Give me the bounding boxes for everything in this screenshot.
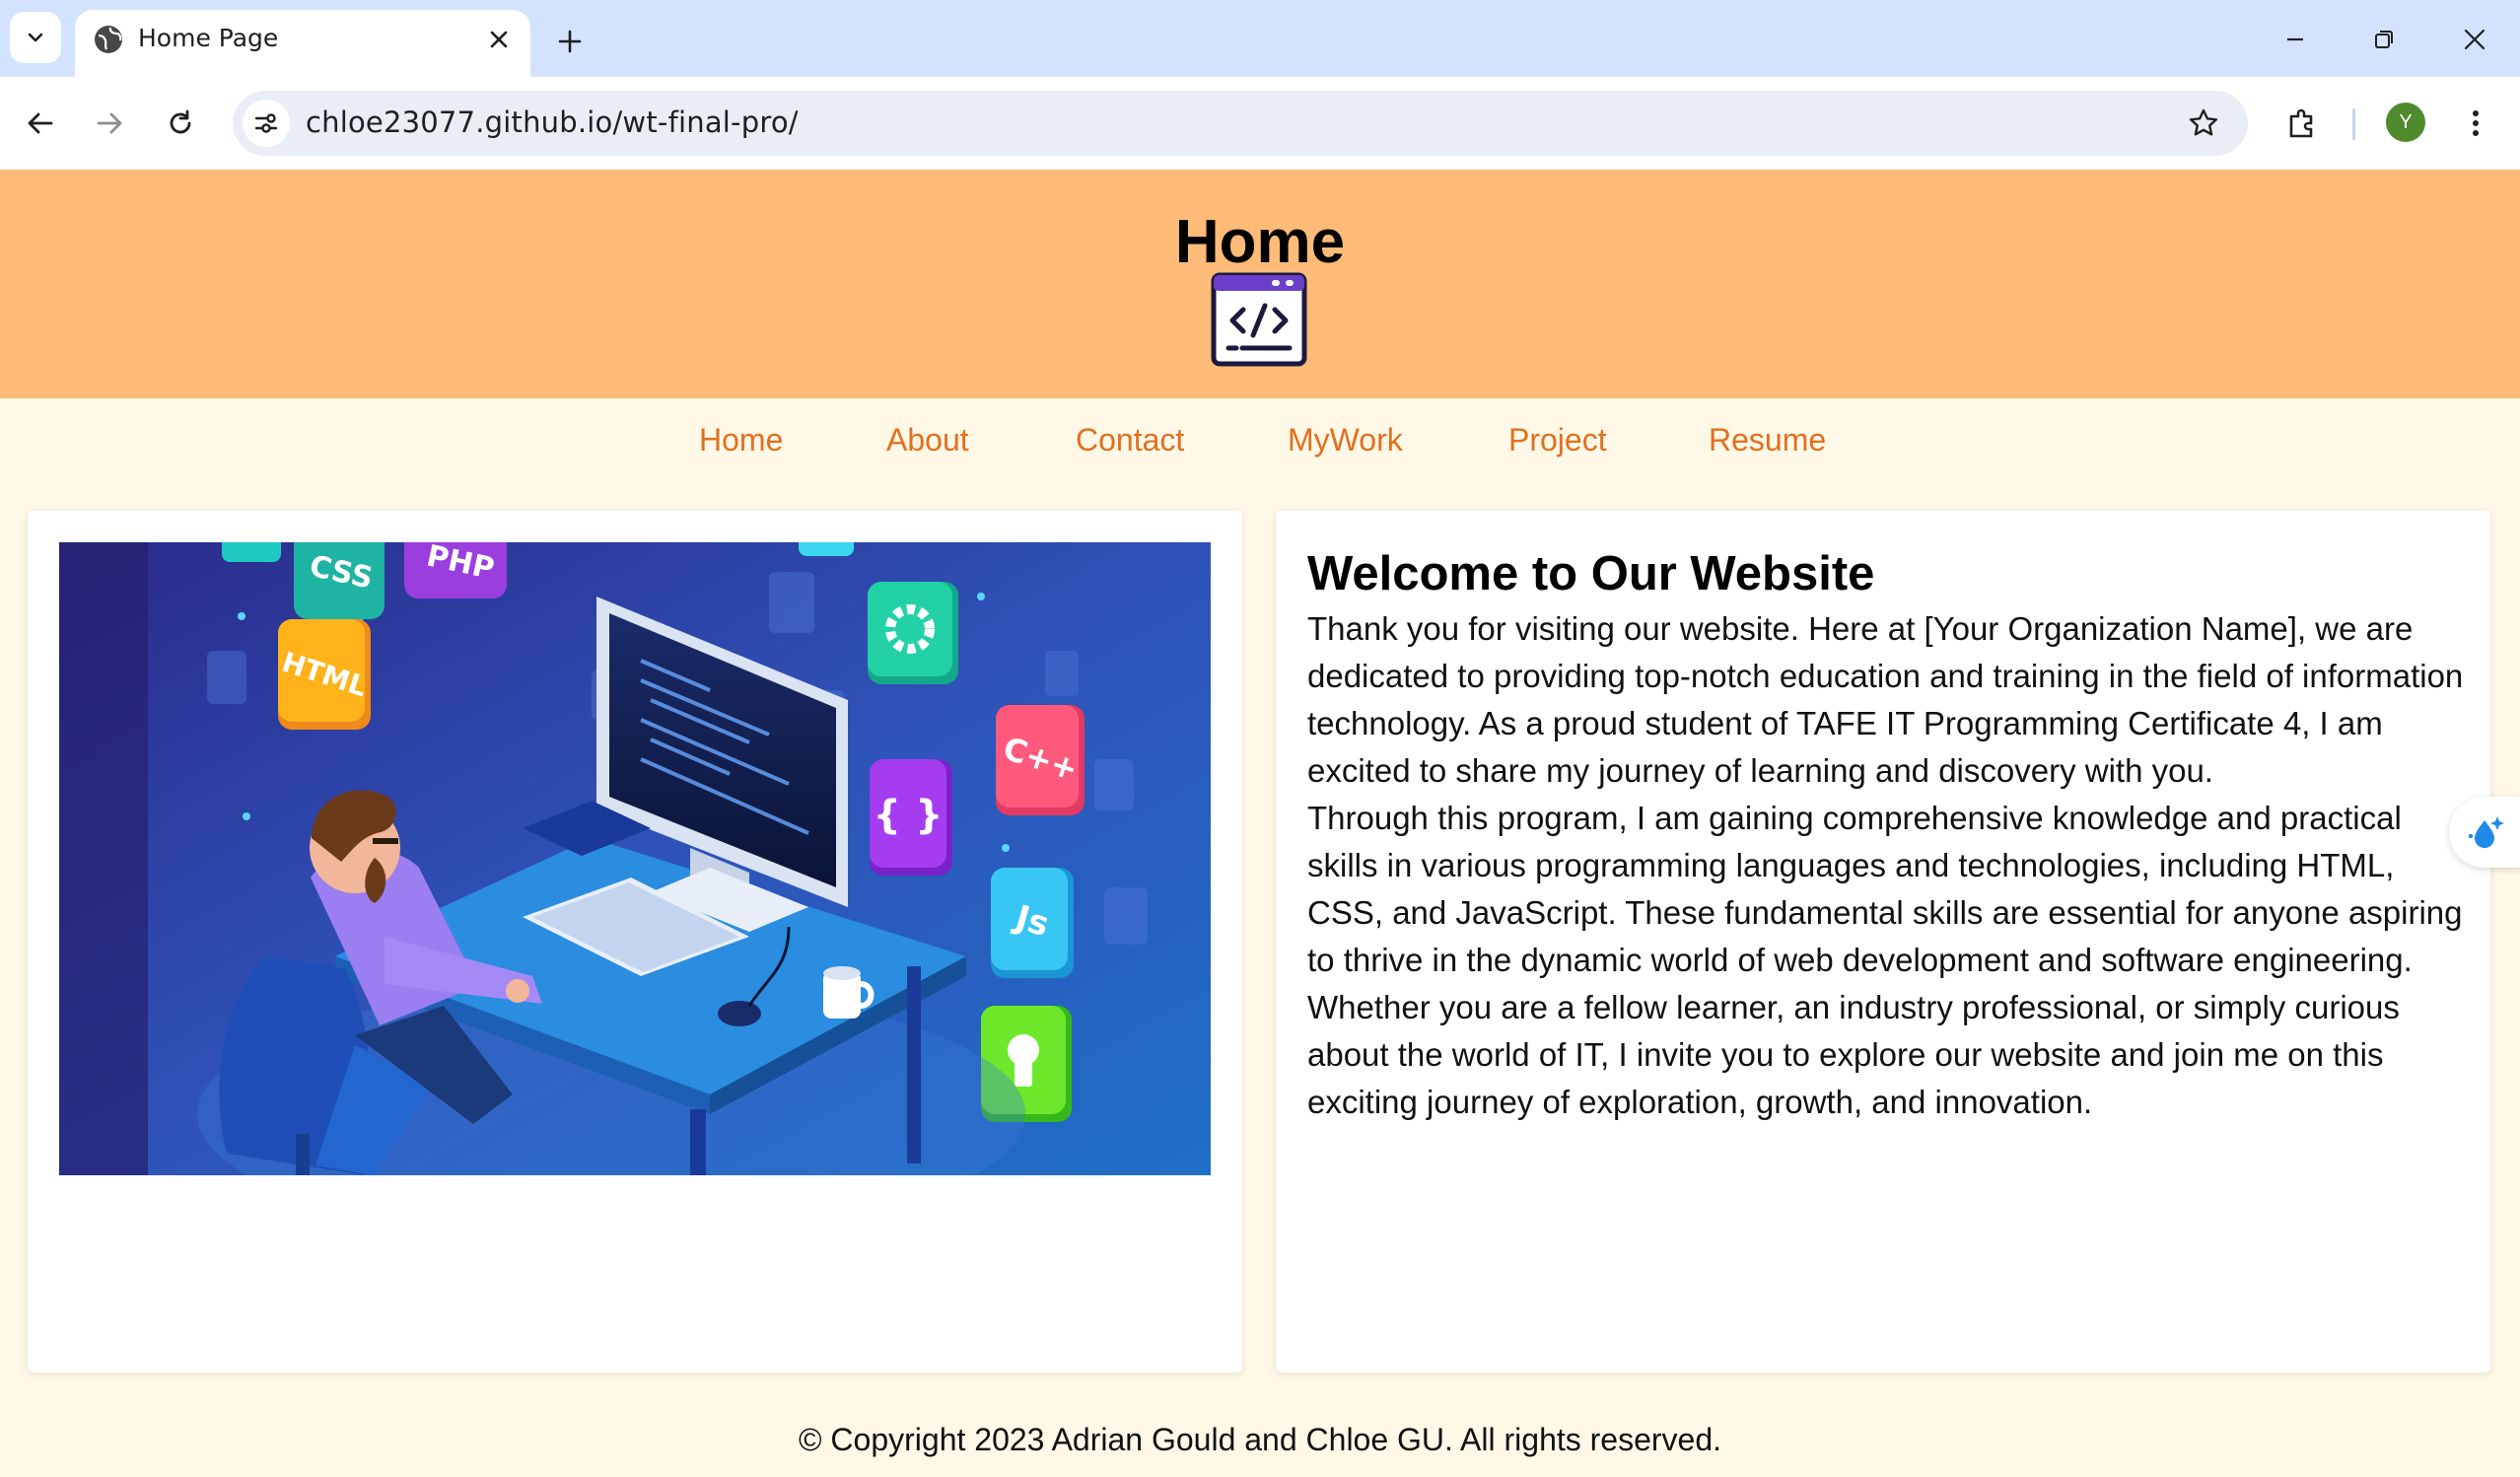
welcome-paragraph: Through this program, I am gaining compr… bbox=[1307, 800, 2463, 978]
reload-icon bbox=[170, 109, 191, 134]
kebab-menu-icon bbox=[2473, 110, 2479, 136]
html-badge-icon: HTML bbox=[278, 619, 371, 730]
welcome-paragraph: Whether you are a fellow learner, an ind… bbox=[1307, 989, 2400, 1120]
js-badge-icon: Js bbox=[991, 868, 1074, 978]
toolbar-divider bbox=[2352, 108, 2355, 140]
nav-link-mywork[interactable]: MyWork bbox=[1288, 422, 1403, 458]
droplet-sparkle-icon bbox=[2468, 816, 2504, 848]
welcome-heading: Welcome to Our Website bbox=[1307, 547, 1875, 600]
url-text[interactable]: chloe23077.github.io/wt-final-pro/ bbox=[306, 106, 799, 139]
tab-list-button[interactable] bbox=[10, 12, 61, 63]
bookmark-button[interactable] bbox=[2183, 103, 2224, 144]
nav-link-project[interactable]: Project bbox=[1508, 422, 1607, 458]
extensions-icon bbox=[2289, 108, 2313, 138]
page-title: Home bbox=[1174, 208, 1346, 276]
plus-icon bbox=[558, 30, 582, 53]
globe-icon bbox=[95, 26, 122, 53]
programmer-illustration: CSS PHP HTML C++ { } Js bbox=[59, 542, 1211, 1175]
profile-avatar[interactable]: Y bbox=[2386, 103, 2425, 142]
footer-copyright: © Copyright 2023 Adrian Gould and Chloe … bbox=[798, 1422, 1722, 1457]
star-icon bbox=[2189, 108, 2218, 136]
close-tab-button[interactable] bbox=[481, 22, 517, 57]
nav-link-home[interactable]: Home bbox=[699, 422, 783, 458]
code-window-icon bbox=[1211, 272, 1307, 367]
back-icon bbox=[28, 112, 53, 134]
tab-title: Home Page bbox=[138, 24, 279, 52]
floating-extension-button[interactable] bbox=[2449, 797, 2520, 868]
reload-button[interactable] bbox=[154, 97, 207, 150]
browser-menu-button[interactable] bbox=[2451, 99, 2500, 148]
extensions-button[interactable] bbox=[2277, 99, 2327, 148]
svg-text:{ }: { } bbox=[874, 793, 944, 838]
browser-tab-bar: Home Page bbox=[0, 0, 2520, 77]
nav-link-about[interactable]: About bbox=[886, 422, 969, 458]
browser-toolbar: chloe23077.github.io/wt-final-pro/ Y bbox=[0, 77, 2520, 170]
close-icon bbox=[490, 31, 508, 48]
welcome-card: Welcome to Our Website Thank you for vis… bbox=[1276, 511, 2490, 1372]
address-bar[interactable]: chloe23077.github.io/wt-final-pro/ bbox=[233, 91, 2248, 156]
welcome-paragraph: Thank you for visiting our website. Here… bbox=[1307, 610, 2464, 789]
nav-link-contact[interactable]: Contact bbox=[1076, 422, 1184, 458]
window-close-icon bbox=[2464, 29, 2485, 50]
image-card: CSS PHP HTML C++ { } Js bbox=[28, 511, 1242, 1372]
minimize-button[interactable] bbox=[2266, 14, 2325, 65]
close-window-button[interactable] bbox=[2445, 14, 2504, 65]
cpp-badge-icon: C++ bbox=[996, 705, 1085, 815]
site-header: Home bbox=[0, 170, 2520, 398]
site-nav: Home About Contact MyWork Project Resume bbox=[0, 398, 2520, 485]
welcome-body: Thank you for visiting our website. Here… bbox=[1307, 605, 2466, 1126]
restore-button[interactable] bbox=[2354, 14, 2414, 65]
site-info-icon bbox=[254, 113, 278, 133]
tab-list-icon bbox=[28, 33, 43, 42]
active-tab[interactable]: Home Page bbox=[75, 10, 530, 77]
css-badge-icon: CSS bbox=[294, 542, 385, 619]
new-tab-button[interactable] bbox=[548, 20, 592, 63]
forward-button[interactable] bbox=[83, 97, 136, 150]
forward-icon bbox=[97, 112, 122, 134]
site-info-button[interactable] bbox=[243, 100, 290, 147]
braces-badge-icon: { } bbox=[870, 759, 952, 876]
php-badge-icon: PHP bbox=[404, 542, 507, 598]
nav-link-resume[interactable]: Resume bbox=[1709, 422, 1826, 458]
gear-badge-icon bbox=[868, 582, 958, 684]
restore-icon bbox=[2375, 31, 2393, 48]
minimize-icon bbox=[2287, 37, 2303, 41]
back-button[interactable] bbox=[14, 97, 67, 150]
